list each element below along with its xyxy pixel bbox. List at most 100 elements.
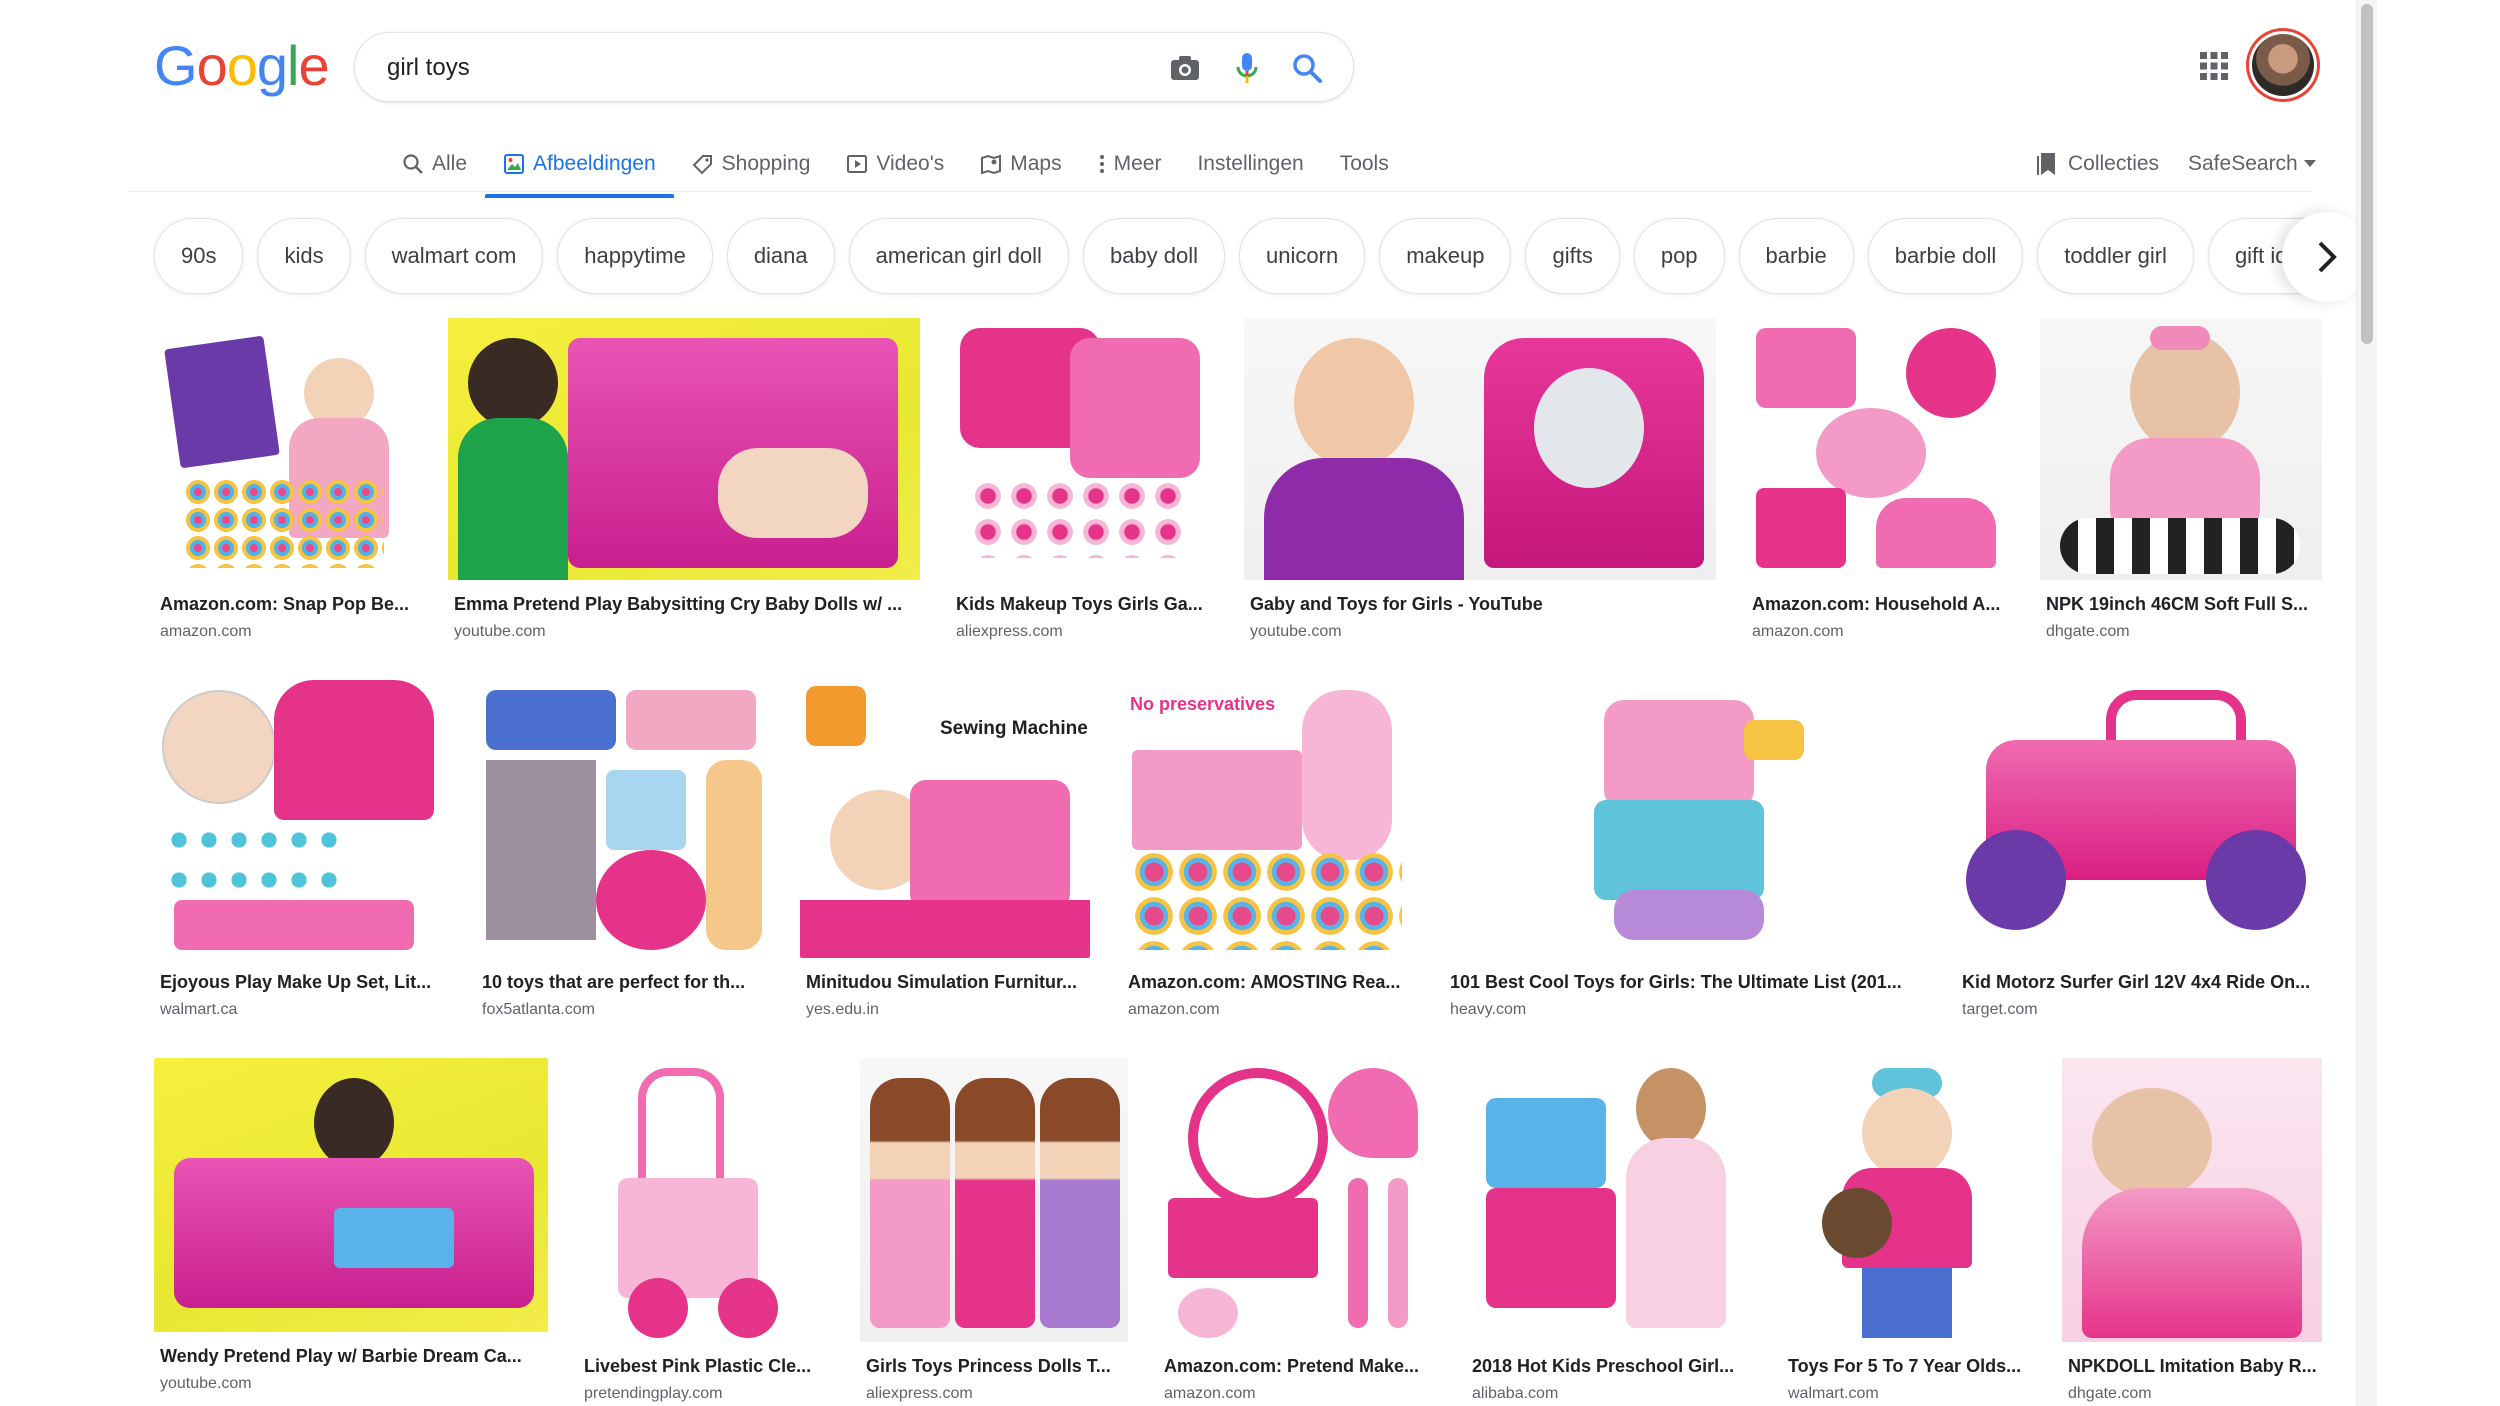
chip[interactable]: unicorn <box>1239 218 1366 294</box>
result-thumbnail[interactable] <box>2040 318 2322 580</box>
scrollbar[interactable] <box>2356 0 2377 1406</box>
tab-maps[interactable]: Maps <box>962 136 1079 192</box>
result-source[interactable]: yes.edu.in <box>800 1001 1090 1019</box>
result-source[interactable]: youtube.com <box>1244 623 1716 641</box>
result-title[interactable]: NPK 19inch 46CM Soft Full S... <box>2040 594 2322 615</box>
result-thumbnail[interactable] <box>1158 1058 1436 1342</box>
result-thumbnail[interactable] <box>860 1058 1128 1342</box>
result-title[interactable]: Wendy Pretend Play w/ Barbie Dream Ca... <box>154 1346 548 1367</box>
result-thumbnail[interactable] <box>1746 318 2010 580</box>
result-source[interactable]: heavy.com <box>1444 1001 1924 1019</box>
result-source[interactable]: youtube.com <box>448 623 920 641</box>
result-source[interactable]: target.com <box>1956 1001 2322 1019</box>
result-thumbnail[interactable] <box>950 318 1214 580</box>
result-thumbnail[interactable] <box>1244 318 1716 580</box>
account-avatar[interactable] <box>2252 34 2314 96</box>
image-result[interactable]: Amazon.com: Household A... amazon.com <box>1746 318 2010 641</box>
collections-link[interactable]: Collecties <box>2036 136 2159 192</box>
result-thumbnail[interactable] <box>476 680 770 958</box>
result-title[interactable]: Livebest Pink Plastic Cle... <box>578 1356 828 1377</box>
chip[interactable]: barbie doll <box>1867 218 2024 294</box>
result-thumbnail[interactable] <box>2062 1058 2322 1342</box>
chip[interactable]: baby doll <box>1082 218 1226 294</box>
image-result[interactable]: 10 toys that are perfect for th... fox5a… <box>476 680 770 1019</box>
chip[interactable]: happytime <box>557 218 713 294</box>
result-source[interactable]: youtube.com <box>154 1375 548 1393</box>
tab-all[interactable]: Alle <box>384 136 485 192</box>
result-thumbnail[interactable] <box>578 1058 828 1342</box>
result-title[interactable]: Kid Motorz Surfer Girl 12V 4x4 Ride On..… <box>1956 972 2322 993</box>
image-result[interactable]: Sewing Machine Minitudou Simulation Furn… <box>800 680 1090 1019</box>
image-result[interactable]: Toys For 5 To 7 Year Olds... walmart.com <box>1782 1058 2032 1403</box>
result-thumbnail[interactable]: No preservatives <box>1122 680 1412 958</box>
tab-tools[interactable]: Tools <box>1322 136 1407 192</box>
result-title[interactable]: Amazon.com: Household A... <box>1746 594 2010 615</box>
search-input[interactable] <box>385 47 1169 89</box>
image-result[interactable]: Amazon.com: Snap Pop Be... amazon.com <box>154 318 418 641</box>
result-thumbnail[interactable]: Sewing Machine <box>800 680 1090 958</box>
result-title[interactable]: 101 Best Cool Toys for Girls: The Ultima… <box>1444 972 1924 993</box>
chip[interactable]: makeup <box>1379 218 1512 294</box>
chip[interactable]: walmart com <box>364 218 544 294</box>
result-source[interactable]: dhgate.com <box>2040 623 2322 641</box>
image-result[interactable]: 2018 Hot Kids Preschool Girl... alibaba.… <box>1466 1058 1750 1403</box>
result-title[interactable]: Gaby and Toys for Girls - YouTube <box>1244 594 1716 615</box>
result-title[interactable]: Amazon.com: AMOSTING Rea... <box>1122 972 1412 993</box>
microphone-icon[interactable] <box>1229 50 1265 86</box>
result-thumbnail[interactable] <box>1466 1058 1750 1342</box>
result-source[interactable]: amazon.com <box>1122 1001 1412 1019</box>
image-result[interactable]: No preservatives Amazon.com: AMOSTING Re… <box>1122 680 1412 1019</box>
result-thumbnail[interactable] <box>154 1058 548 1332</box>
result-thumbnail[interactable] <box>154 318 418 580</box>
chip[interactable]: 90s <box>154 218 244 294</box>
result-title[interactable]: Kids Makeup Toys Girls Ga... <box>950 594 1214 615</box>
image-result[interactable]: NPKDOLL Imitation Baby R... dhgate.com <box>2062 1058 2322 1403</box>
result-thumbnail[interactable] <box>448 318 920 580</box>
result-title[interactable]: Minitudou Simulation Furnitur... <box>800 972 1090 993</box>
result-title[interactable]: Amazon.com: Snap Pop Be... <box>154 594 418 615</box>
chip[interactable]: pop <box>1633 218 1725 294</box>
tab-more[interactable]: Meer <box>1080 136 1180 192</box>
camera-icon[interactable] <box>1167 50 1203 86</box>
apps-grid-icon[interactable] <box>2198 50 2230 82</box>
result-source[interactable]: fox5atlanta.com <box>476 1001 770 1019</box>
result-title[interactable]: 10 toys that are perfect for th... <box>476 972 770 993</box>
google-logo[interactable]: Google <box>154 36 330 96</box>
result-thumbnail[interactable] <box>1782 1058 2032 1342</box>
result-source[interactable]: amazon.com <box>1158 1385 1436 1403</box>
tab-shopping[interactable]: Shopping <box>674 136 829 192</box>
result-title[interactable]: Girls Toys Princess Dolls T... <box>860 1356 1128 1377</box>
chip[interactable]: american girl doll <box>848 218 1069 294</box>
result-thumbnail[interactable] <box>1956 680 2322 958</box>
image-result[interactable]: Gaby and Toys for Girls - YouTube youtub… <box>1244 318 1716 641</box>
search-icon[interactable] <box>1289 50 1325 86</box>
image-result[interactable]: Kid Motorz Surfer Girl 12V 4x4 Ride On..… <box>1956 680 2322 1019</box>
tab-images[interactable]: Afbeeldingen <box>485 136 674 198</box>
result-source[interactable]: dhgate.com <box>2062 1385 2322 1403</box>
tab-videos[interactable]: Video's <box>828 136 962 192</box>
image-result[interactable]: NPK 19inch 46CM Soft Full S... dhgate.co… <box>2040 318 2322 641</box>
result-title[interactable]: Emma Pretend Play Babysitting Cry Baby D… <box>448 594 920 615</box>
image-result[interactable]: Ejoyous Play Make Up Set, Lit... walmart… <box>154 680 444 1019</box>
image-result[interactable]: 101 Best Cool Toys for Girls: The Ultima… <box>1444 680 1924 1019</box>
result-thumbnail[interactable] <box>1444 680 1924 958</box>
result-source[interactable]: amazon.com <box>154 623 418 641</box>
result-title[interactable]: Amazon.com: Pretend Make... <box>1158 1356 1436 1377</box>
result-thumbnail[interactable] <box>154 680 444 958</box>
image-result[interactable]: Amazon.com: Pretend Make... amazon.com <box>1158 1058 1436 1403</box>
result-source[interactable]: aliexpress.com <box>950 623 1214 641</box>
result-source[interactable]: amazon.com <box>1746 623 2010 641</box>
image-result[interactable]: Emma Pretend Play Babysitting Cry Baby D… <box>448 318 920 641</box>
chip[interactable]: barbie <box>1738 218 1854 294</box>
safesearch-dropdown[interactable]: SafeSearch <box>2188 136 2316 192</box>
image-result[interactable]: Kids Makeup Toys Girls Ga... aliexpress.… <box>950 318 1214 641</box>
chip[interactable]: diana <box>726 218 835 294</box>
image-result[interactable]: Wendy Pretend Play w/ Barbie Dream Ca...… <box>154 1058 548 1393</box>
chip[interactable]: gifts <box>1525 218 1620 294</box>
result-source[interactable]: walmart.com <box>1782 1385 2032 1403</box>
result-source[interactable]: walmart.ca <box>154 1001 444 1019</box>
result-title[interactable]: Toys For 5 To 7 Year Olds... <box>1782 1356 2032 1377</box>
result-source[interactable]: pretendingplay.com <box>578 1385 828 1403</box>
image-result[interactable]: Livebest Pink Plastic Cle... pretendingp… <box>578 1058 828 1403</box>
chip[interactable]: toddler girl <box>2037 218 2194 294</box>
